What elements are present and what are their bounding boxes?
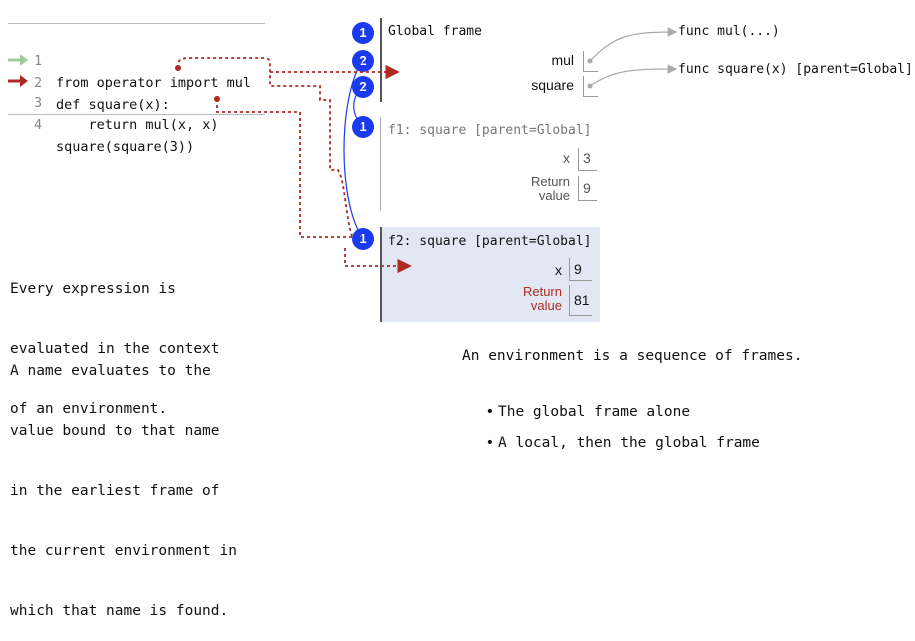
current-line-arrow-icon	[8, 75, 28, 87]
text-line: the current environment in	[10, 543, 237, 559]
badge-link-line	[353, 86, 363, 126]
text-line: in the earliest frame of	[10, 483, 220, 499]
bullet-text: A local, then the global frame	[498, 435, 760, 451]
bullet-text: The global frame alone	[498, 404, 691, 420]
dotted-arrow-line2	[175, 57, 353, 237]
dotted-arrow-line4	[214, 96, 412, 274]
right-heading: An environment is a sequence of frames.	[462, 348, 803, 364]
text-line: A name evaluates to the	[10, 363, 211, 379]
text-line: which that name is found.	[10, 603, 229, 619]
bullet-item: • A local, then the global frame	[468, 413, 759, 453]
pointer-square-arrow	[587, 64, 678, 89]
prev-line-arrow-icon	[8, 54, 28, 66]
bullet-icon: •	[485, 435, 495, 451]
pointer-mul-arrow	[587, 27, 678, 64]
text-line: Every expression is	[10, 281, 176, 297]
left-paragraph-2: A name evaluates to the value bound to t…	[10, 321, 237, 641]
text-line: value bound to that name	[10, 423, 220, 439]
